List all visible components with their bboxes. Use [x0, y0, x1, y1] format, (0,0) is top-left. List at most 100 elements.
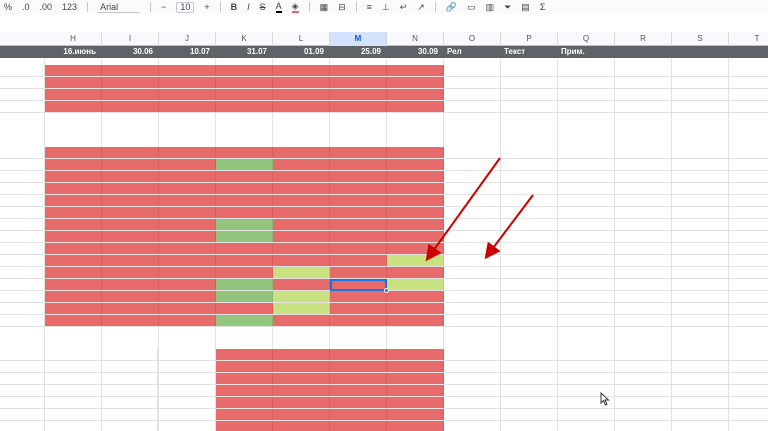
value-cell[interactable]: [159, 159, 216, 170]
row-link[interactable]: [0, 207, 45, 218]
value-cell[interactable]: [216, 255, 273, 266]
value-cell[interactable]: [45, 315, 102, 326]
text-wrap-icon[interactable]: ↵: [400, 1, 408, 13]
value-cell[interactable]: [45, 183, 102, 194]
value-cell[interactable]: [273, 231, 330, 242]
column-header-o[interactable]: O: [444, 32, 501, 46]
value-cell[interactable]: [387, 89, 444, 100]
value-cell[interactable]: [387, 385, 444, 396]
increase-font-size-button[interactable]: +: [204, 1, 209, 13]
value-cell[interactable]: [102, 207, 159, 218]
row-link[interactable]: [0, 267, 45, 278]
value-cell[interactable]: [330, 409, 387, 420]
value-cell[interactable]: [102, 183, 159, 194]
value-cell[interactable]: [159, 279, 216, 290]
row-link[interactable]: [0, 385, 158, 396]
value-cell[interactable]: [102, 267, 159, 278]
value-cell[interactable]: [387, 243, 444, 254]
value-cell[interactable]: [273, 147, 330, 158]
value-cell[interactable]: [102, 65, 159, 76]
value-cell[interactable]: [159, 291, 216, 302]
value-cell[interactable]: [102, 195, 159, 206]
value-cell[interactable]: [273, 315, 330, 326]
value-cell[interactable]: [387, 77, 444, 88]
value-cell[interactable]: [102, 159, 159, 170]
value-cell[interactable]: [216, 421, 273, 431]
value-cell[interactable]: [273, 267, 330, 278]
value-cell[interactable]: [159, 231, 216, 242]
value-cell[interactable]: [216, 183, 273, 194]
more-formats-button[interactable]: 123: [62, 1, 77, 13]
value-cell[interactable]: [330, 65, 387, 76]
font-size-input[interactable]: 10: [176, 1, 195, 13]
functions-icon[interactable]: Σ: [540, 1, 546, 13]
value-cell[interactable]: [45, 171, 102, 182]
column-header-m[interactable]: M: [330, 32, 387, 46]
value-cell[interactable]: [387, 171, 444, 182]
value-cell[interactable]: [330, 373, 387, 384]
value-cell[interactable]: [273, 77, 330, 88]
value-cell[interactable]: [45, 243, 102, 254]
value-cell[interactable]: [102, 243, 159, 254]
value-cell[interactable]: [387, 207, 444, 218]
value-cell[interactable]: [273, 101, 330, 112]
value-cell[interactable]: [330, 291, 387, 302]
value-cell[interactable]: [45, 195, 102, 206]
value-cell[interactable]: [159, 243, 216, 254]
value-cell[interactable]: [387, 183, 444, 194]
value-cell[interactable]: [273, 65, 330, 76]
value-cell[interactable]: [330, 303, 387, 314]
row-link[interactable]: [0, 279, 45, 290]
row-link[interactable]: [0, 77, 45, 88]
value-cell[interactable]: [216, 159, 273, 170]
column-header-n[interactable]: N: [387, 32, 444, 46]
vertical-align-icon[interactable]: ⊥: [382, 1, 390, 13]
horizontal-align-icon[interactable]: ≡: [367, 1, 372, 13]
value-cell[interactable]: [330, 159, 387, 170]
column-header-l[interactable]: L: [273, 32, 330, 46]
value-cell[interactable]: [273, 171, 330, 182]
merge-cells-icon[interactable]: ⊟: [338, 1, 346, 13]
row-link[interactable]: [0, 147, 45, 158]
column-header-t[interactable]: T: [729, 32, 768, 46]
value-cell[interactable]: [102, 219, 159, 230]
value-cell[interactable]: [102, 279, 159, 290]
text-rotation-icon[interactable]: ↗: [417, 1, 425, 13]
value-cell[interactable]: [273, 89, 330, 100]
value-cell[interactable]: [387, 409, 444, 420]
value-cell[interactable]: [216, 385, 273, 396]
value-cell[interactable]: [330, 243, 387, 254]
value-cell[interactable]: [159, 147, 216, 158]
value-cell[interactable]: [102, 171, 159, 182]
value-cell[interactable]: [45, 65, 102, 76]
value-cell[interactable]: [273, 349, 330, 360]
value-cell[interactable]: [102, 255, 159, 266]
value-cell[interactable]: [216, 303, 273, 314]
row-link[interactable]: [0, 303, 45, 314]
row-link[interactable]: [0, 65, 45, 76]
value-cell[interactable]: [387, 373, 444, 384]
row-link[interactable]: [0, 373, 158, 384]
value-cell[interactable]: [273, 409, 330, 420]
value-cell[interactable]: [330, 207, 387, 218]
value-cell[interactable]: [216, 349, 273, 360]
italic-button[interactable]: I: [247, 1, 250, 13]
value-cell[interactable]: [216, 195, 273, 206]
value-cell[interactable]: [216, 267, 273, 278]
value-cell[interactable]: [216, 397, 273, 408]
increase-decimal-button[interactable]: .00: [40, 1, 53, 13]
row-link[interactable]: [0, 409, 158, 420]
row-link[interactable]: [0, 291, 45, 302]
value-cell[interactable]: [330, 147, 387, 158]
row-link[interactable]: [0, 361, 158, 372]
value-cell[interactable]: [330, 195, 387, 206]
url-cell[interactable]: [444, 291, 764, 302]
value-cell[interactable]: [330, 77, 387, 88]
value-cell[interactable]: [273, 183, 330, 194]
filter-icon[interactable]: ⏷: [504, 1, 511, 13]
value-cell[interactable]: [216, 101, 273, 112]
value-cell[interactable]: [330, 349, 387, 360]
decrease-decimal-button[interactable]: .0: [22, 1, 30, 13]
value-cell[interactable]: [387, 349, 444, 360]
value-cell[interactable]: [273, 385, 330, 396]
